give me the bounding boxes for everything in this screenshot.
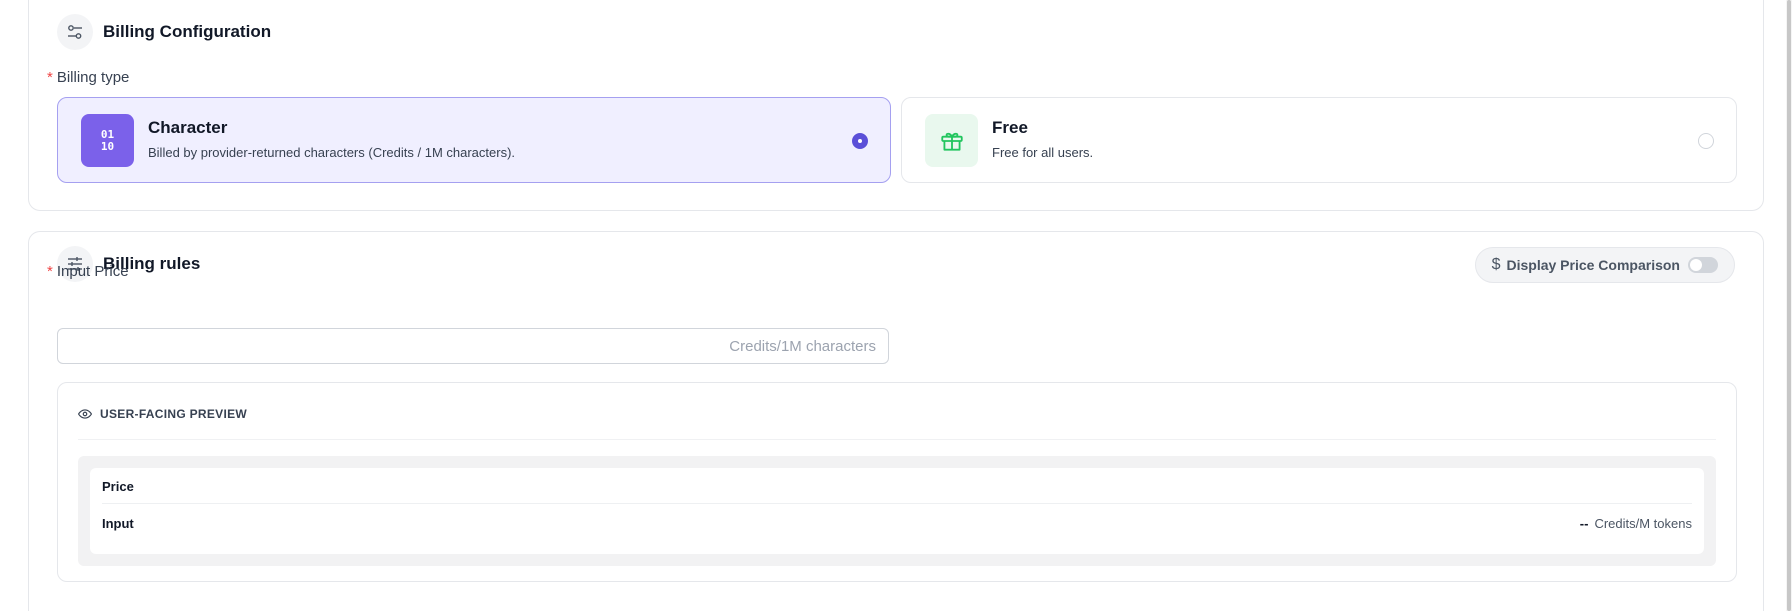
table-header-price: Price <box>102 479 134 494</box>
price-comparison-label: Display Price Comparison <box>1506 257 1680 273</box>
billing-rules-card: Billing rules $ Display Price Comparison… <box>28 231 1764 611</box>
preview-header: USER-FACING PREVIEW <box>78 407 247 421</box>
eye-icon <box>78 409 92 419</box>
billing-option-free[interactable]: Free Free for all users. <box>901 97 1737 183</box>
billing-configuration-card: Billing Configuration * Billing type 01 10… <box>28 0 1764 211</box>
dollar-icon: $ <box>1491 256 1501 273</box>
option-description: Billed by provider-returned characters (… <box>148 145 516 160</box>
table-header-row: Price <box>102 470 1692 504</box>
price-comparison-switch[interactable] <box>1688 257 1718 273</box>
billing-option-character[interactable]: 01 10 Character Billed by provider-return… <box>57 97 891 183</box>
row-label-input: Input <box>102 515 134 531</box>
table-row: Input -- Credits/M tokens <box>102 506 1692 540</box>
billing-type-label: * Billing type <box>47 69 130 86</box>
preview-title: USER-FACING PREVIEW <box>100 407 248 421</box>
binary-icon: 01 10 <box>81 114 134 167</box>
option-title: Character <box>148 118 228 137</box>
preview-table: Price Input -- Credits/M tokens <box>90 468 1704 554</box>
divider <box>78 439 1716 440</box>
required-mark: * <box>47 69 53 86</box>
option-radio[interactable] <box>852 133 868 149</box>
gift-icon <box>925 114 978 167</box>
user-facing-preview: USER-FACING PREVIEW Price Input -- Credit… <box>57 382 1737 582</box>
sliders-icon <box>57 14 93 50</box>
option-description: Free for all users. <box>992 145 1094 160</box>
price-comparison-toggle[interactable]: $ Display Price Comparison <box>1474 247 1735 283</box>
option-title: Free <box>992 118 1028 137</box>
row-value: -- Credits/M tokens <box>1579 515 1692 531</box>
option-radio[interactable] <box>1698 133 1714 149</box>
scrollbar-thumb[interactable] <box>1787 0 1791 611</box>
required-mark: * <box>47 263 53 280</box>
section-title: Billing Configuration <box>103 22 272 41</box>
scrollbar[interactable] <box>1786 0 1792 611</box>
preview-body: Price Input -- Credits/M tokens <box>78 456 1716 566</box>
input-price-label: * Input Price <box>47 263 129 280</box>
input-price-field[interactable] <box>57 328 889 364</box>
billing-configuration-header: Billing Configuration <box>57 14 271 50</box>
page: Billing Configuration * Billing type 01 10… <box>0 0 1792 611</box>
